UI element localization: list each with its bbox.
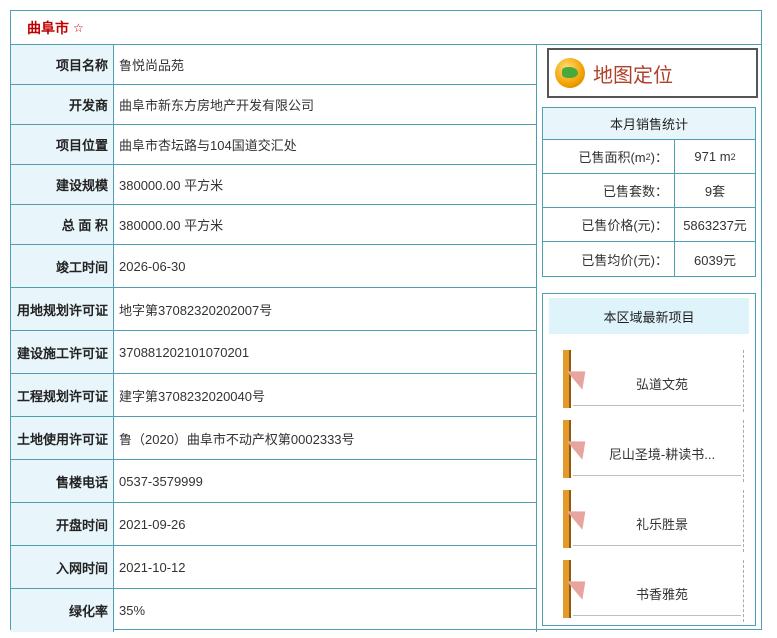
project-thumb-bar	[563, 350, 571, 408]
detail-label: 项目位置	[11, 125, 114, 164]
latest-project-item[interactable]: 礼乐胜景	[563, 490, 749, 552]
divider	[573, 405, 741, 406]
divider	[573, 545, 741, 546]
detail-label: 总 面 积	[11, 205, 114, 244]
divider	[743, 420, 749, 482]
detail-row: 竣工时间 2026-06-30	[11, 245, 536, 288]
detail-label: 建设规模	[11, 165, 114, 204]
detail-value: 370881202101070201	[119, 344, 250, 360]
detail-row: 用地规划许可证 地字第37082320202007号	[11, 288, 536, 331]
detail-value: 0537-3579999	[119, 473, 203, 489]
sold-price-label: 已售价格(元)：	[543, 208, 675, 241]
title-bar: 曲阜市 ☆	[11, 11, 761, 45]
detail-row: 项目名称 鲁悦尚品苑	[11, 45, 536, 85]
detail-value: 鲁（2020）曲阜市不动产权第0002333号	[119, 431, 355, 447]
detail-label: 建设施工许可证	[11, 331, 114, 373]
detail-value: 建字第3708232020040号	[119, 388, 265, 404]
sales-row-avg: 已售均价(元)： 6039元	[543, 242, 755, 276]
monthly-sales-stats: 本月销售统计 已售面积(m 2)： 971 m2 已售套数： 9套 已售价格(元)…	[542, 107, 756, 277]
sales-row-count: 已售套数： 9套	[543, 174, 755, 208]
latest-project-name: 礼乐胜景	[635, 517, 688, 532]
globe-icon	[555, 58, 585, 88]
latest-project-name: 弘道文苑	[635, 377, 688, 392]
detail-label: 工程规划许可证	[11, 374, 114, 416]
detail-label: 售楼电话	[11, 460, 114, 502]
detail-value: 鲁悦尚品苑	[119, 58, 185, 73]
detail-label: 开发商	[11, 85, 114, 124]
latest-project-item[interactable]: 书香雅苑	[563, 560, 749, 622]
detail-value: 380000.00 平方米	[119, 218, 224, 233]
project-thumb-bar	[563, 490, 571, 548]
latest-project-item[interactable]: 弘道文苑	[563, 350, 749, 412]
latest-project-item[interactable]: 尼山圣境-耕读书...	[563, 420, 749, 482]
detail-row: 开盘时间 2021-09-26	[11, 503, 536, 546]
avg-price-value: 6039元	[694, 252, 736, 268]
sold-area-label: 已售面积(m 2)：	[543, 140, 675, 173]
divider	[743, 490, 749, 552]
project-thumb-bar	[563, 420, 571, 478]
detail-label: 竣工时间	[11, 245, 114, 287]
project-detail-table: 项目名称 鲁悦尚品苑 开发商 曲阜市新东方房地产开发有限公司 项目位置 曲阜市杏坛路与…	[11, 45, 537, 632]
detail-label: 土地使用许可证	[11, 417, 114, 459]
detail-row: 项目位置 曲阜市杏坛路与104国道交汇处	[11, 125, 536, 165]
detail-value: 380000.00 平方米	[119, 178, 224, 193]
sold-area-value: 971 m2	[694, 149, 736, 164]
divider	[573, 475, 741, 476]
detail-row: 开发商 曲阜市新东方房地产开发有限公司	[11, 85, 536, 125]
latest-projects-panel: 本区域最新项目 弘道文苑 尼山圣境-耕读书... 礼乐胜景 书香雅苑	[542, 293, 756, 626]
detail-label: 项目名称	[11, 45, 114, 84]
detail-row: 总 面 积 380000.00 平方米	[11, 205, 536, 245]
sales-row-price: 已售价格(元)： 5863237元	[543, 208, 755, 242]
detail-value: 曲阜市杏坛路与104国道交汇处	[119, 138, 297, 153]
sold-count-value: 9套	[704, 184, 726, 199]
city-title: 曲阜市	[27, 19, 69, 36]
divider	[743, 560, 749, 622]
latest-project-name: 书香雅苑	[635, 587, 688, 602]
sales-row-area: 已售面积(m 2)： 971 m2	[543, 140, 755, 174]
detail-row: 工程规划许可证 建字第3708232020040号	[11, 374, 536, 417]
detail-row: 售楼电话 0537-3579999	[11, 460, 536, 503]
detail-value: 2026-06-30	[119, 258, 186, 274]
map-location-label: 地图定位	[593, 64, 673, 87]
detail-row: 入网时间 2021-10-12	[11, 546, 536, 589]
detail-label: 开盘时间	[11, 503, 114, 545]
detail-label: 绿化率	[11, 589, 114, 632]
detail-value: 曲阜市新东方房地产开发有限公司	[119, 98, 315, 113]
map-location-button[interactable]: 地图定位	[547, 48, 758, 98]
sold-count-label: 已售套数：	[543, 174, 675, 207]
detail-value: 2021-10-12	[119, 559, 186, 575]
detail-label: 用地规划许可证	[11, 288, 114, 330]
latest-projects-title: 本区域最新项目	[549, 298, 749, 334]
sold-price-value: 5863237元	[683, 218, 747, 233]
detail-value: 2021-09-26	[119, 516, 186, 532]
detail-value: 35%	[119, 603, 146, 618]
project-panel: 曲阜市 ☆ 项目名称 鲁悦尚品苑 开发商 曲阜市新东方房地产开发有限公司 项目位置曲…	[10, 10, 762, 632]
divider	[573, 615, 741, 616]
detail-row: 建设规模 380000.00 平方米	[11, 165, 536, 205]
star-icon: ☆	[73, 20, 84, 35]
detail-label: 入网时间	[11, 546, 114, 588]
detail-row: 绿化率 35%	[11, 589, 536, 632]
sales-title: 本月销售统计	[543, 108, 755, 140]
detail-row: 建设施工许可证 370881202101070201	[11, 331, 536, 374]
avg-price-label: 已售均价(元)：	[543, 242, 675, 276]
divider	[743, 350, 749, 412]
latest-project-name: 尼山圣境-耕读书...	[608, 447, 716, 462]
detail-row: 土地使用许可证 鲁（2020）曲阜市不动产权第0002333号	[11, 417, 536, 460]
detail-value: 地字第37082320202007号	[119, 302, 273, 318]
project-thumb-bar	[563, 560, 571, 618]
